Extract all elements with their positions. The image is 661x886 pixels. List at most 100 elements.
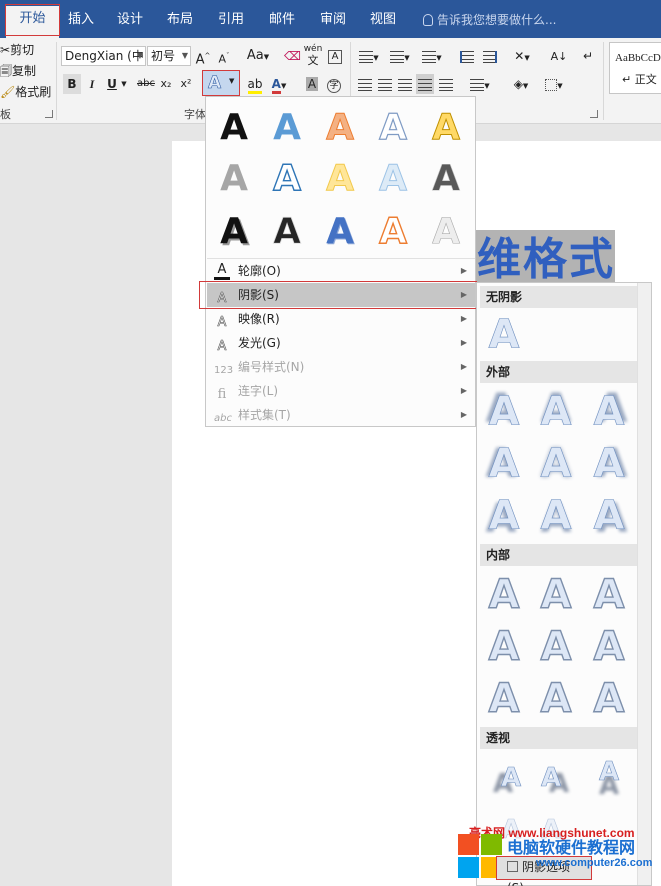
copy-button[interactable]: 🗐复制 [0, 62, 36, 80]
shadow-inner-1[interactable]: A [482, 571, 526, 618]
shadow-inner-4[interactable]: A [482, 623, 526, 670]
align-right-button[interactable] [396, 74, 414, 94]
phonetic-guide-button[interactable]: wén 文 [303, 44, 323, 68]
font-size-combo[interactable]: 初号 ▼ [147, 46, 191, 66]
text-effect-preset-1[interactable]: A [212, 105, 256, 151]
bold-button[interactable]: B [63, 74, 81, 94]
tell-me-search[interactable]: 告诉我您想要做什么... [423, 10, 556, 30]
text-effect-preset-8[interactable]: A [318, 156, 362, 202]
shading-button[interactable]: ◈▼ [507, 74, 535, 94]
shadow-outer-8[interactable]: A [534, 493, 578, 540]
shadow-outer-4[interactable]: A [482, 441, 526, 488]
style-gallery[interactable]: AaBbCcD ↵ 正文 [609, 42, 661, 94]
submenu-scrollbar[interactable] [637, 283, 651, 885]
clipboard-launcher-icon[interactable] [45, 110, 53, 118]
increase-indent-icon [483, 50, 497, 63]
menu-item-ligature: fi 连字(L) ▶ [207, 379, 475, 403]
multilevel-list-button[interactable]: ▼ [418, 46, 446, 66]
shadow-outer-9[interactable]: A [587, 493, 631, 540]
shadow-inner-7[interactable]: A [482, 675, 526, 722]
text-effects-button[interactable]: A ▼ [202, 70, 240, 96]
tab-insert[interactable]: 插入 [64, 9, 98, 31]
chinese-layout-button[interactable]: ✕▼ [508, 46, 536, 66]
watermark-site-name: 电脑软硬件教程网 [507, 838, 636, 857]
shadow-inner-5[interactable]: A [534, 623, 578, 670]
text-effect-preset-5[interactable]: A [424, 105, 468, 151]
text-effect-preset-6[interactable]: A [212, 156, 256, 202]
align-center-icon [378, 78, 392, 91]
highlight-color-button[interactable]: ab [247, 74, 263, 94]
borders-button[interactable]: ▼ [540, 74, 568, 94]
cut-button[interactable]: ✂剪切 [0, 41, 34, 59]
shadow-inner-2[interactable]: A [534, 571, 578, 618]
tab-design[interactable]: 设计 [113, 9, 147, 31]
text-effect-preset-2[interactable]: A [265, 105, 309, 151]
shadow-perspective-3[interactable]: A [587, 749, 631, 795]
format-painter-button[interactable]: 🖌格式刷 [0, 83, 51, 101]
clear-format-button[interactable]: ⌫ [284, 46, 301, 66]
shrink-font-button[interactable]: Aˇ [216, 46, 232, 66]
font-color-button[interactable]: A▼ [268, 74, 290, 94]
lightbulb-icon [423, 14, 433, 26]
shadow-outer-3[interactable]: A [587, 389, 631, 436]
shadow-outer-5[interactable]: A [534, 441, 578, 488]
distributed-button[interactable] [437, 74, 455, 94]
text-effect-preset-3[interactable]: A [318, 105, 362, 151]
menu-item-glow[interactable]: A 发光(G) ▶ [207, 331, 475, 355]
font-name-value: DengXian (中 [65, 49, 144, 63]
text-effect-preset-9[interactable]: A [371, 156, 415, 202]
font-name-combo[interactable]: DengXian (中 ▼ [61, 46, 146, 66]
align-right-icon [398, 78, 412, 91]
shadow-inner-9[interactable]: A [587, 675, 631, 722]
shadow-perspective-1[interactable]: A [489, 755, 533, 801]
shadow-outer-7[interactable]: A [482, 493, 526, 540]
enclose-char-button[interactable]: 字 [325, 74, 343, 94]
shadow-inner-6[interactable]: A [587, 623, 631, 670]
shadow-outer-1[interactable]: A [482, 389, 526, 436]
tab-view[interactable]: 视图 [366, 9, 400, 31]
align-center-button[interactable] [376, 74, 394, 94]
shadow-outer-2[interactable]: A [534, 389, 578, 436]
numbering-button[interactable]: ▼ [387, 46, 413, 66]
shadow-perspective-2[interactable]: A [529, 755, 573, 801]
shadow-inner-8[interactable]: A [534, 675, 578, 722]
text-effect-preset-10[interactable]: A [424, 156, 468, 202]
justify-button[interactable] [416, 74, 434, 94]
tab-review[interactable]: 审阅 [316, 9, 350, 31]
decrease-indent-button[interactable] [457, 46, 477, 66]
show-marks-button[interactable]: ↵ [578, 46, 598, 66]
text-effect-preset-13[interactable]: A [318, 209, 362, 255]
grow-font-button[interactable]: A^ [195, 46, 211, 67]
text-effect-preset-7[interactable]: A [265, 156, 309, 202]
shadow-none-option[interactable]: A [482, 312, 526, 359]
char-shading-button[interactable]: A [304, 74, 320, 94]
superscript-button[interactable]: x² [178, 74, 194, 94]
subscript-button[interactable]: x₂ [158, 74, 174, 94]
shadow-outer-6[interactable]: A [587, 441, 631, 488]
text-effect-preset-11[interactable]: A [212, 209, 256, 255]
underline-button[interactable]: U [104, 74, 120, 94]
change-case-button[interactable]: Aa▼ [244, 46, 272, 66]
align-left-button[interactable] [356, 74, 374, 94]
char-border-button[interactable]: A [326, 46, 344, 66]
strikethrough-button[interactable]: abc [135, 74, 157, 94]
text-effect-preset-4[interactable]: A [371, 105, 415, 151]
shadow-item-highlight [199, 281, 477, 309]
paragraph-launcher-icon[interactable] [590, 110, 598, 118]
underline-dropdown-icon[interactable]: ▼ [120, 74, 128, 94]
increase-indent-button[interactable] [480, 46, 500, 66]
text-effect-preset-15[interactable]: A [424, 209, 468, 255]
bullets-button[interactable]: ▼ [356, 46, 382, 66]
sort-button[interactable]: A↓ [549, 46, 569, 66]
text-effect-preset-14[interactable]: A [371, 209, 415, 255]
menu-item-reflection[interactable]: A 映像(R) ▶ [207, 307, 475, 331]
italic-button[interactable]: I [84, 74, 100, 94]
outline-icon: A [214, 263, 230, 280]
tab-layout[interactable]: 布局 [163, 9, 197, 31]
line-spacing-button[interactable]: ▼ [466, 74, 494, 94]
menu-item-outline[interactable]: A 轮廓(O) ▶ [207, 259, 475, 283]
shadow-inner-3[interactable]: A [587, 571, 631, 618]
tab-mailings[interactable]: 邮件 [265, 9, 299, 31]
tab-references[interactable]: 引用 [214, 9, 248, 31]
text-effect-preset-12[interactable]: A [265, 209, 309, 255]
